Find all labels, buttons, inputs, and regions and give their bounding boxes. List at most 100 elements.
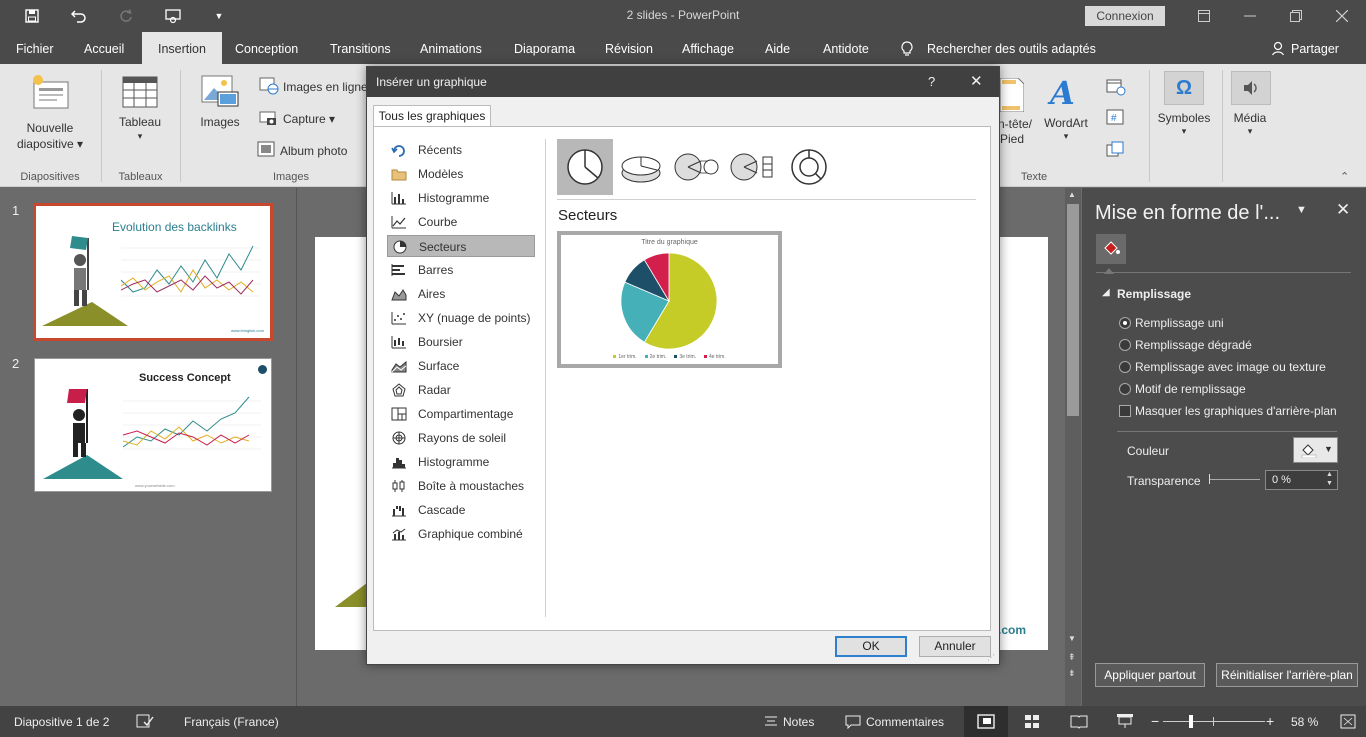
signin-button[interactable]: Connexion: [1085, 6, 1165, 26]
reset-background-button[interactable]: Réinitialiser l'arrière-plan: [1216, 663, 1358, 687]
gradient-fill-label[interactable]: Remplissage dégradé: [1135, 338, 1252, 352]
tab-aide[interactable]: Aide: [765, 32, 790, 64]
table-icon[interactable]: [122, 76, 158, 108]
table-dropdown-icon[interactable]: ▾: [110, 131, 170, 142]
pie-of-pie-subtype-button[interactable]: [669, 139, 725, 195]
scroll-up-arrow-icon[interactable]: ▲: [1068, 190, 1076, 199]
symbols-dropdown-icon[interactable]: ▾: [1150, 126, 1218, 137]
language-indicator[interactable]: Français (France): [184, 715, 279, 729]
notes-icon[interactable]: [764, 715, 778, 727]
spin-down-icon[interactable]: ▼: [1326, 480, 1333, 487]
ribbon-display-options-icon[interactable]: [1182, 4, 1226, 28]
tab-affichage[interactable]: Affichage: [682, 32, 734, 64]
wordart-label[interactable]: WordArt: [1038, 116, 1094, 130]
chart-category-stock-chart[interactable]: Boursier: [387, 331, 535, 353]
collapse-ribbon-icon[interactable]: ⌃: [1340, 170, 1349, 183]
save-icon[interactable]: [21, 6, 43, 26]
chart-category-combo-chart[interactable]: Graphique combiné: [387, 523, 535, 545]
tab-diaporama[interactable]: Diaporama: [514, 32, 575, 64]
chart-category-recent[interactable]: Récents: [387, 139, 535, 161]
comments-button[interactable]: Commentaires: [866, 715, 944, 729]
chart-category-bar-chart[interactable]: Barres: [387, 259, 535, 281]
wordart-dropdown-icon[interactable]: ▾: [1038, 131, 1094, 142]
slide-thumbnail-1[interactable]: Evolution des backlinks www.thinglink.co…: [33, 203, 273, 341]
spin-up-icon[interactable]: ▲: [1326, 471, 1333, 478]
tab-revision[interactable]: Révision: [605, 32, 653, 64]
picture-fill-label[interactable]: Remplissage avec image ou texture: [1135, 360, 1326, 374]
transparency-value[interactable]: 0 %: [1272, 474, 1291, 486]
close-window-icon[interactable]: [1320, 4, 1364, 28]
slideshow-view-icon[interactable]: [1116, 713, 1134, 729]
hide-background-checkbox[interactable]: [1119, 405, 1131, 417]
omega-icon[interactable]: Ω: [1164, 71, 1204, 105]
customize-toolbar-icon[interactable]: ▼: [208, 6, 230, 26]
normal-view-button[interactable]: [964, 706, 1008, 737]
media-dropdown-icon[interactable]: ▾: [1220, 126, 1280, 137]
fit-to-window-icon[interactable]: [1340, 714, 1356, 729]
online-images-icon[interactable]: [259, 77, 279, 95]
chart-category-scatter-chart[interactable]: XY (nuage de points): [387, 307, 535, 329]
pattern-fill-label[interactable]: Motif de remplissage: [1135, 382, 1246, 396]
tab-conception[interactable]: Conception: [235, 32, 298, 64]
object-icon[interactable]: [1106, 141, 1126, 159]
radio-gradient-fill[interactable]: [1119, 339, 1131, 351]
slide-thumbnail-2[interactable]: Success Concept www.yourwebsite.com: [34, 358, 272, 492]
new-slide-icon[interactable]: [30, 74, 70, 110]
zoom-in-icon[interactable]: +: [1266, 713, 1274, 729]
table-label[interactable]: Tableau: [110, 115, 170, 129]
tab-antidote[interactable]: Antidote: [823, 32, 869, 64]
wordart-icon[interactable]: A: [1050, 74, 1075, 112]
dialog-title-bar[interactable]: Insérer un graphique ? ✕: [367, 67, 999, 97]
fill-bucket-icon[interactable]: [1096, 234, 1126, 264]
dialog-close-icon[interactable]: ✕: [970, 72, 983, 90]
chart-category-folder[interactable]: Modèles: [387, 163, 535, 185]
apply-to-all-button[interactable]: Appliquer partout: [1095, 663, 1205, 687]
color-picker-button[interactable]: ▼: [1293, 437, 1338, 463]
chart-category-area-chart[interactable]: Aires: [387, 283, 535, 305]
chart-category-box-whisker[interactable]: Boîte à moustaches: [387, 475, 535, 497]
dialog-help-button[interactable]: ?: [928, 74, 935, 89]
header-footer-icon[interactable]: [1000, 78, 1024, 112]
tab-fichier[interactable]: Fichier: [16, 32, 54, 64]
chart-category-sunburst[interactable]: Rayons de soleil: [387, 427, 535, 449]
transparency-slider-track[interactable]: [1210, 479, 1260, 480]
hide-background-label[interactable]: Masquer les graphiques d'arrière-plan: [1135, 404, 1337, 418]
tab-animations[interactable]: Animations: [420, 32, 482, 64]
tab-accueil[interactable]: Accueil: [84, 32, 124, 64]
tell-me-search[interactable]: Rechercher des outils adaptés: [927, 32, 1096, 64]
color-dropdown-icon[interactable]: ▼: [1324, 444, 1333, 454]
minimize-icon[interactable]: [1228, 4, 1272, 28]
share-button[interactable]: Partager: [1291, 32, 1339, 64]
doughnut-subtype-button[interactable]: [781, 139, 837, 195]
pie-subtype-button[interactable]: [557, 139, 613, 195]
media-label[interactable]: Média: [1220, 111, 1280, 125]
zoom-out-icon[interactable]: −: [1151, 713, 1159, 729]
transparency-spinner[interactable]: 0 % ▲ ▼: [1265, 470, 1338, 490]
chart-category-histogram[interactable]: Histogramme: [387, 451, 535, 473]
solid-fill-label[interactable]: Remplissage uni: [1135, 316, 1224, 330]
scroll-thumb[interactable]: [1067, 204, 1079, 416]
slide-sorter-icon[interactable]: [1024, 714, 1040, 729]
scroll-down-arrow-icon[interactable]: ▼: [1068, 634, 1076, 643]
collapse-section-icon[interactable]: ◢: [1102, 287, 1110, 298]
restore-icon[interactable]: [1274, 4, 1318, 28]
chart-preview[interactable]: Titre du graphique 1er trim. 2e trim. 3e t…: [557, 231, 782, 368]
chart-category-treemap[interactable]: Compartimentage: [387, 403, 535, 425]
pane-options-dropdown-icon[interactable]: ▼: [1296, 204, 1307, 216]
online-images-label[interactable]: Images en ligne: [283, 80, 368, 94]
comment-icon[interactable]: [845, 715, 861, 729]
images-label[interactable]: Images: [190, 115, 250, 129]
fill-section-header[interactable]: Remplissage: [1117, 287, 1191, 301]
tab-all-charts[interactable]: Tous les graphiques: [373, 105, 491, 127]
speaker-icon[interactable]: [1231, 71, 1271, 105]
tab-transitions[interactable]: Transitions: [330, 32, 391, 64]
redo-icon[interactable]: [115, 6, 137, 26]
screenshot-label[interactable]: Capture ▾: [283, 112, 335, 126]
photo-album-icon[interactable]: [257, 141, 275, 157]
vertical-scrollbar[interactable]: ▲ ▼ ⇞ ⇟: [1065, 188, 1081, 706]
spellcheck-icon[interactable]: [136, 714, 154, 728]
chart-category-line-chart[interactable]: Courbe: [387, 211, 535, 233]
cancel-button[interactable]: Annuler: [919, 636, 991, 657]
chart-category-pie-chart[interactable]: Secteurs: [387, 235, 535, 257]
zoom-slider-thumb[interactable]: [1189, 715, 1193, 728]
